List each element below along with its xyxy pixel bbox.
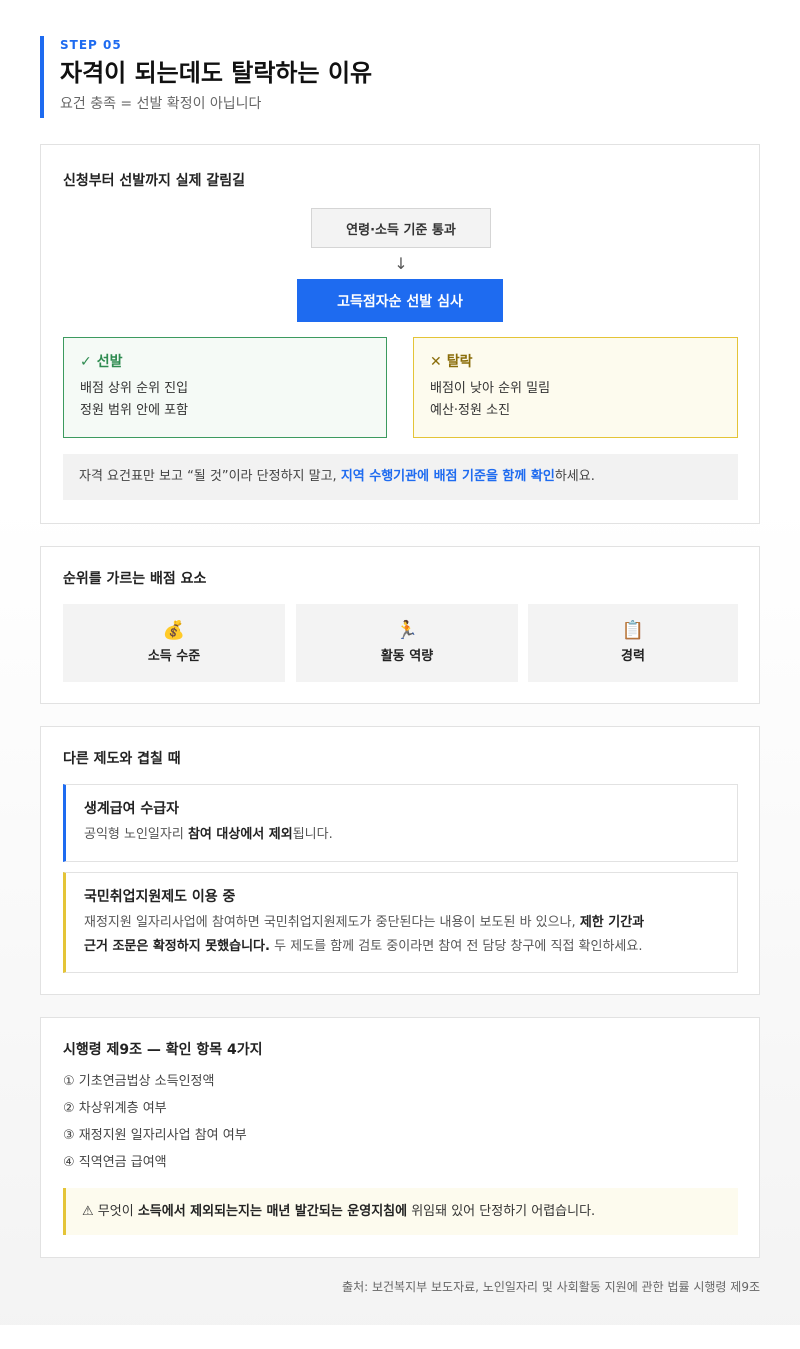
factor-label: 소득 수준 (147, 649, 201, 664)
result-line: 예산·정원 소진 (430, 403, 511, 418)
flow-step-screening: 고득점자순 선발 심사 (297, 279, 503, 322)
result-line: 정원 범위 안에 포함 (80, 403, 189, 418)
result-rejected-box: ✕ 탈락 배점이 낮아 순위 밀림 예산·정원 소진 (413, 337, 738, 438)
factor-label: 활동 역량 (380, 649, 434, 664)
overlap-body: 공익형 노인일자리 참여 대상에서 제외됩니다. (84, 827, 333, 842)
arrow-down-icon: ↓ (394, 254, 408, 273)
factor-activity: 🏃 활동 역량 (296, 604, 518, 682)
list-item: ③ 재정지원 일자리사업 참여 여부 (63, 1128, 247, 1143)
section-header: STEP 05 자격이 되는데도 탈락하는 이유 요건 충족 = 선발 확정이 … (40, 36, 440, 118)
overlap-employment-support: 국민취업지원제도 이용 중 재정지원 일자리사업에 참여하면 국민취업지원제도가… (63, 872, 738, 973)
tip-note: 자격 요건표만 보고 “될 것”이라 단정하지 말고, 지역 수행기관에 배점 … (63, 454, 738, 500)
decree-checklist-card: 시행령 제9조 — 확인 항목 4가지 ① 기초연금법상 소득인정액 ② 차상위… (40, 1017, 760, 1258)
runner-icon: 🏃 (395, 620, 419, 641)
page-title: 자격이 되는데도 탈락하는 이유 (60, 59, 373, 87)
bottom-margin (0, 1325, 800, 1349)
card-title: 다른 제도와 겹칠 때 (63, 751, 181, 767)
list-item: ④ 직역연금 급여액 (63, 1155, 167, 1170)
step-label: STEP 05 (60, 38, 122, 52)
result-line: 배점이 낮아 순위 밀림 (430, 381, 551, 396)
factor-label: 경력 (621, 649, 645, 664)
checklist: ① 기초연금법상 소득인정액 ② 차상위계층 여부 ③ 재정지원 일자리사업 참… (63, 1068, 247, 1176)
page-subtitle: 요건 충족 = 선발 확정이 아닙니다 (60, 96, 262, 112)
tip-text: 하세요. (554, 469, 595, 484)
clipboard-icon: 📋 (621, 620, 645, 641)
list-item: ② 차상위계층 여부 (63, 1101, 167, 1116)
flow-step-eligibility: 연령·소득 기준 통과 (311, 208, 491, 248)
tip-highlight: 지역 수행기관에 배점 기준을 함께 확인 (340, 469, 555, 484)
source-citation: 출처: 보건복지부 보도자료, 노인일자리 및 사회활동 지원에 관한 법률 시… (342, 1280, 760, 1294)
tip-text: 자격 요건표만 보고 “될 것”이라 단정하지 말고, (79, 469, 341, 484)
card-title: 신청부터 선발까지 실제 갈림길 (63, 173, 246, 189)
card-title: 시행령 제9조 — 확인 항목 4가지 (63, 1042, 263, 1058)
page: STEP 05 자격이 되는데도 탈락하는 이유 요건 충족 = 선발 확정이 … (0, 0, 800, 1349)
overlap-heading: 생계급여 수급자 (84, 801, 180, 817)
selection-flow-card: 신청부터 선발까지 실제 갈림길 연령·소득 기준 통과 ↓ 고득점자순 선발 … (40, 144, 760, 524)
warning-icon: ⚠ (82, 1204, 94, 1219)
cross-icon: ✕ (430, 354, 442, 370)
result-selected-box: ✓ 선발 배점 상위 순위 진입 정원 범위 안에 포함 (63, 337, 387, 438)
overlap-body: 재정지원 일자리사업에 참여하면 국민취업지원제도가 중단된다는 내용이 보도된… (84, 915, 645, 954)
warning-note: ⚠ 무엇이 소득에서 제외되는지는 매년 발간되는 운영지침에 위임돼 있어 단… (63, 1188, 738, 1235)
check-icon: ✓ (80, 354, 92, 370)
factor-income: 💰 소득 수준 (63, 604, 285, 682)
scoring-factors-card: 순위를 가르는 배점 요소 💰 소득 수준 🏃 활동 역량 📋 경력 (40, 546, 760, 704)
result-line: 배점 상위 순위 진입 (80, 381, 189, 396)
factor-career: 📋 경력 (528, 604, 738, 682)
overlap-heading: 국민취업지원제도 이용 중 (84, 889, 236, 905)
overlap-livelihood-benefit: 생계급여 수급자 공익형 노인일자리 참여 대상에서 제외됩니다. (63, 784, 738, 862)
money-bag-icon: 💰 (162, 620, 186, 641)
result-rejected-label: 탈락 (446, 354, 473, 370)
card-title: 순위를 가르는 배점 요소 (63, 571, 207, 587)
result-selected-label: 선발 (96, 354, 123, 370)
list-item: ① 기초연금법상 소득인정액 (63, 1074, 215, 1089)
program-overlap-card: 다른 제도와 겹칠 때 생계급여 수급자 공익형 노인일자리 참여 대상에서 제… (40, 726, 760, 995)
